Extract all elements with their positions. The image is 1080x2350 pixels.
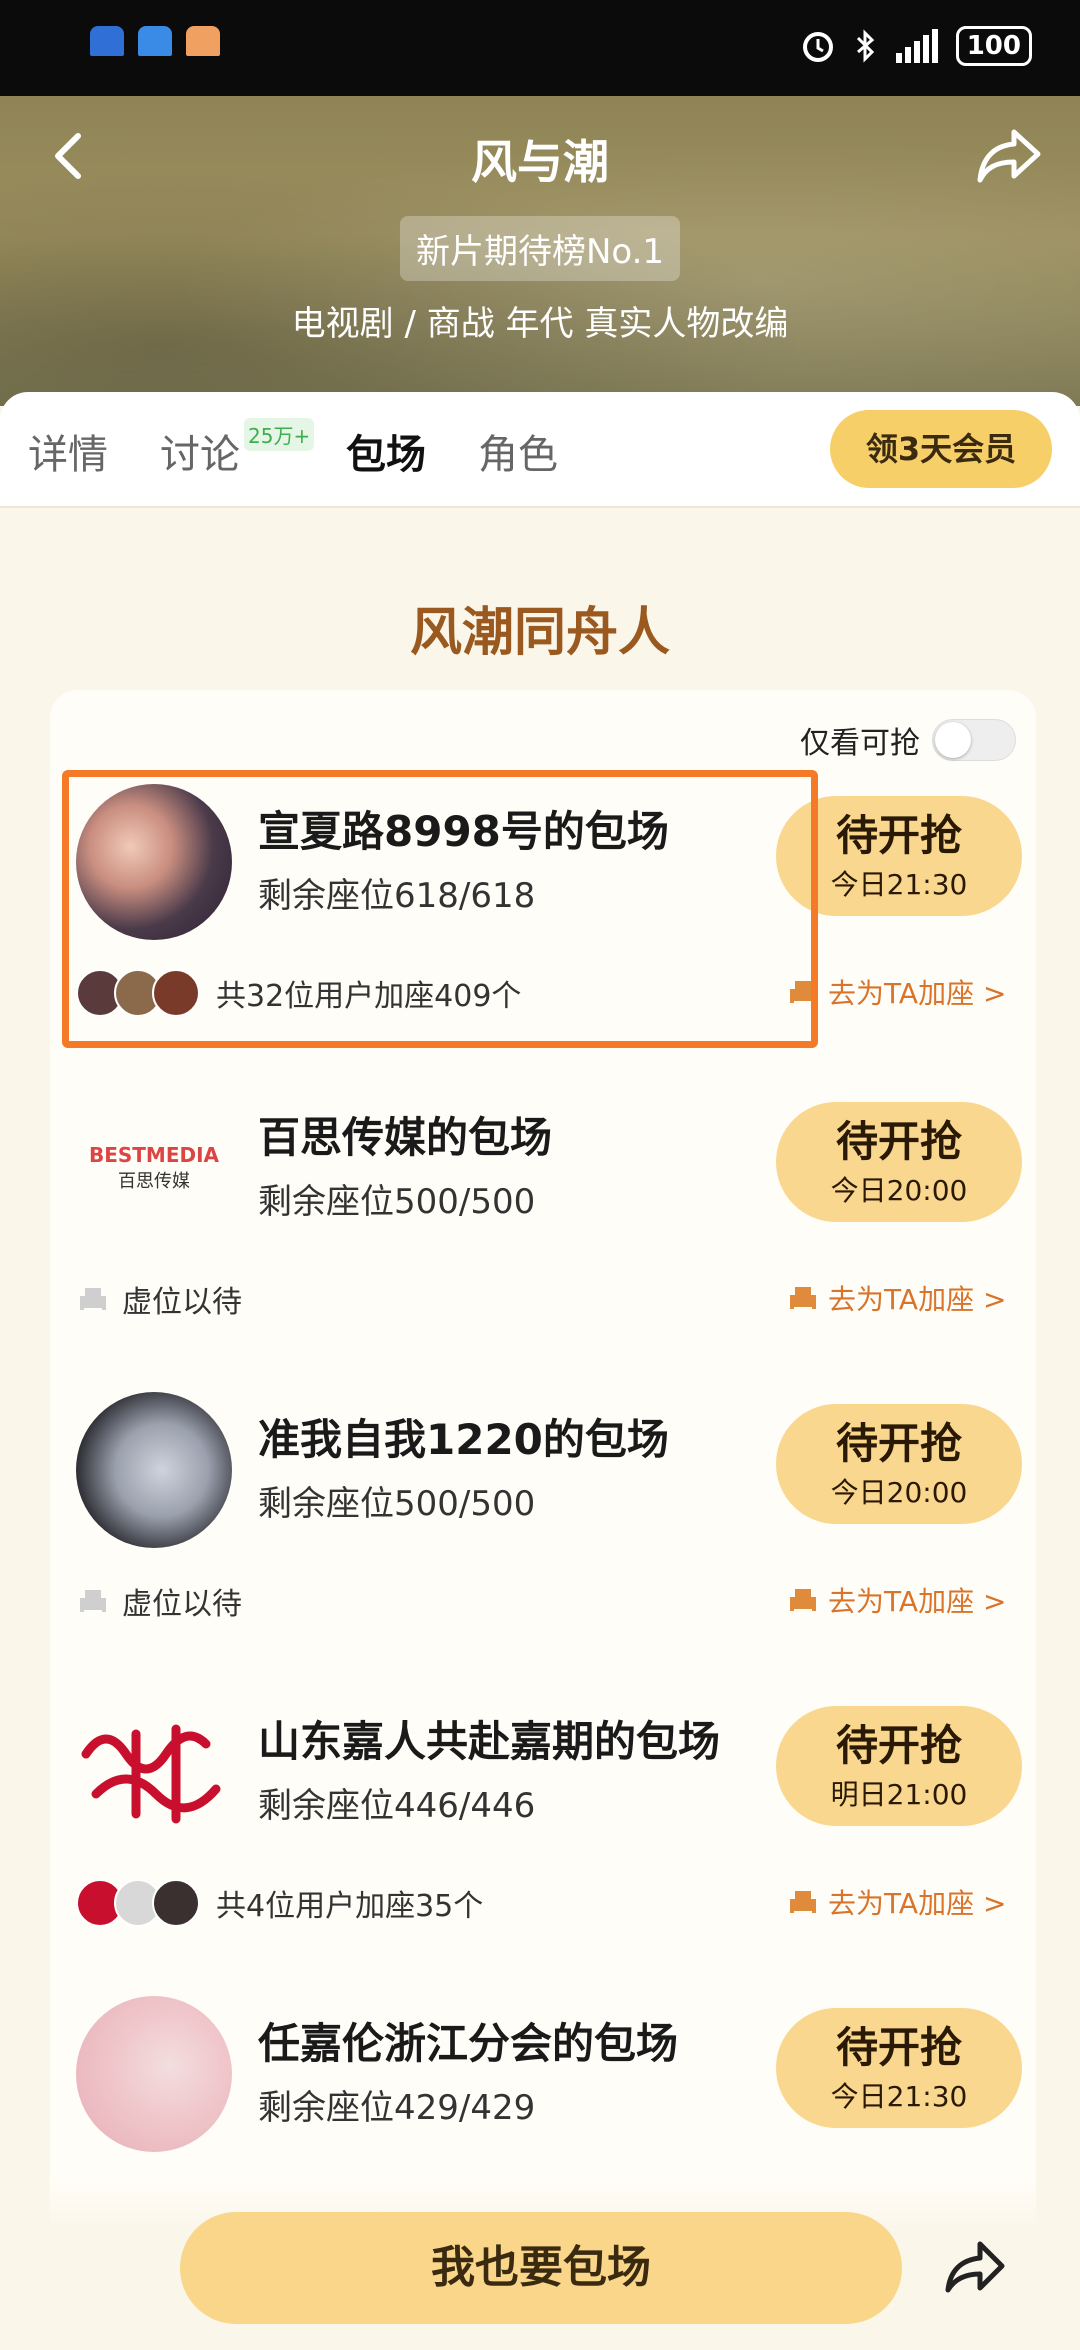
grab-button[interactable]: 待开抢 明日21:00 (776, 1706, 1022, 1826)
tab-details[interactable]: 详情 (28, 422, 108, 480)
seat-icon (790, 1891, 816, 1913)
bestmedia-logo: BESTMEDIA 百思传媒 (76, 1090, 232, 1246)
tab-discussion[interactable]: 讨论 (160, 422, 240, 480)
grab-status: 待开抢 (835, 2023, 962, 2072)
bluetooth-icon (856, 29, 874, 63)
signal-icon (895, 29, 938, 63)
app-notification-icon (90, 26, 124, 56)
filter-label: 仅看可抢 (800, 726, 920, 761)
add-seat-label: 去为TA加座 > (828, 977, 1007, 1010)
grab-button[interactable]: 待开抢 今日21:30 (776, 2008, 1022, 2128)
grab-status: 待开抢 (835, 1117, 962, 1166)
list-item[interactable]: 准我自我1220的包场 剩余座位500/500 待开抢 今日20:00 虚位以待… (0, 1392, 1080, 1692)
app-notification-icon (186, 26, 220, 56)
section-title: 风潮同舟人 (409, 603, 670, 663)
notification-icons (90, 26, 220, 56)
red-calligraphy-logo-icon (76, 1694, 232, 1850)
claim-vip-button[interactable]: 领3天会员 (830, 410, 1052, 488)
logo-text-cn: 百思传媒 (118, 1171, 190, 1192)
moon-silhouette-icon (76, 1392, 232, 1548)
page-title: 风与潮 (471, 135, 609, 189)
item-seats: 剩余座位446/446 (258, 1786, 536, 1826)
item-title: 任嘉伦浙江分会的包场 (258, 2019, 679, 2068)
add-seat-label: 去为TA加座 > (828, 1585, 1007, 1618)
tab-private-screening[interactable]: 包场 (346, 422, 426, 480)
list-item[interactable]: BESTMEDIA 百思传媒 百思传媒的包场 剩余座位500/500 待开抢 今… (0, 1090, 1080, 1390)
tab-roles[interactable]: 角色 (478, 422, 558, 480)
add-seat-link[interactable]: 去为TA加座 > (786, 1580, 1006, 1620)
empty-seat-icon (80, 1590, 106, 1612)
empty-seat-icon (80, 1288, 106, 1310)
add-seat-label: 去为TA加座 > (828, 1887, 1007, 1920)
seat-summary: 虚位以待 (122, 1587, 242, 1622)
highlight-box (62, 770, 818, 1048)
grab-button[interactable]: 待开抢 今日20:00 (776, 1102, 1022, 1222)
app-notification-icon (138, 26, 172, 56)
add-seat-link[interactable]: 去为TA加座 > (786, 1278, 1006, 1318)
item-title: 百思传媒的包场 (258, 1113, 553, 1162)
create-screening-button[interactable]: 我也要包场 (180, 2212, 902, 2324)
list-item[interactable]: 山东嘉人共赴嘉期的包场 剩余座位446/446 待开抢 明日21:00 共4位用… (0, 1694, 1080, 1994)
grab-time: 今日21:30 (830, 2080, 968, 2113)
share-icon[interactable] (944, 2236, 1008, 2300)
alarm-icon (802, 32, 833, 62)
grab-status: 待开抢 (835, 1419, 962, 1468)
portrait-icon (76, 1996, 232, 2152)
item-title: 山东嘉人共赴嘉期的包场 (258, 1717, 721, 1766)
seat-summary: 共4位用户加座35个 (216, 1889, 484, 1924)
item-seats: 剩余座位429/429 (258, 2088, 536, 2128)
item-seats: 剩余座位500/500 (258, 1484, 536, 1524)
add-seat-link[interactable]: 去为TA加座 > (786, 972, 1006, 1012)
grab-time: 明日21:00 (830, 1778, 968, 1811)
tab-bar: 详情 讨论 25万+ 包场 角色 领3天会员 (0, 392, 1080, 508)
drama-header: 风与潮 新片期待榜No.1 电视剧 / 商战 年代 真实人物改编 (0, 96, 1080, 406)
grab-button[interactable]: 待开抢 今日20:00 (776, 1404, 1022, 1524)
item-seats: 剩余座位500/500 (258, 1182, 536, 1222)
grab-time: 今日20:00 (830, 1476, 968, 1509)
grab-time: 今日20:00 (830, 1174, 968, 1207)
seat-icon (790, 1589, 816, 1611)
discussion-count-badge: 25万+ (244, 418, 315, 451)
add-seat-link[interactable]: 去为TA加座 > (786, 1882, 1006, 1922)
divider (0, 506, 1080, 508)
avatar (152, 1879, 200, 1927)
logo-text-en: BESTMEDIA (88, 1143, 220, 1167)
add-seat-label: 去为TA加座 > (828, 1283, 1007, 1316)
filter-toggle[interactable] (932, 719, 1016, 761)
status-bar: 100 (0, 0, 1080, 96)
item-title: 准我自我1220的包场 (258, 1415, 669, 1464)
user-avatars (76, 1879, 200, 1927)
genre-line: 电视剧 / 商战 年代 真实人物改编 (291, 304, 789, 344)
seat-summary: 虚位以待 (122, 1285, 242, 1320)
grab-status: 待开抢 (835, 1721, 962, 1770)
ranking-badge[interactable]: 新片期待榜No.1 (399, 216, 681, 281)
share-icon[interactable] (974, 124, 1044, 188)
battery-icon: 100 (955, 26, 1032, 66)
seat-icon (790, 1287, 816, 1309)
filter-available-only: 仅看可抢 (800, 718, 1016, 762)
